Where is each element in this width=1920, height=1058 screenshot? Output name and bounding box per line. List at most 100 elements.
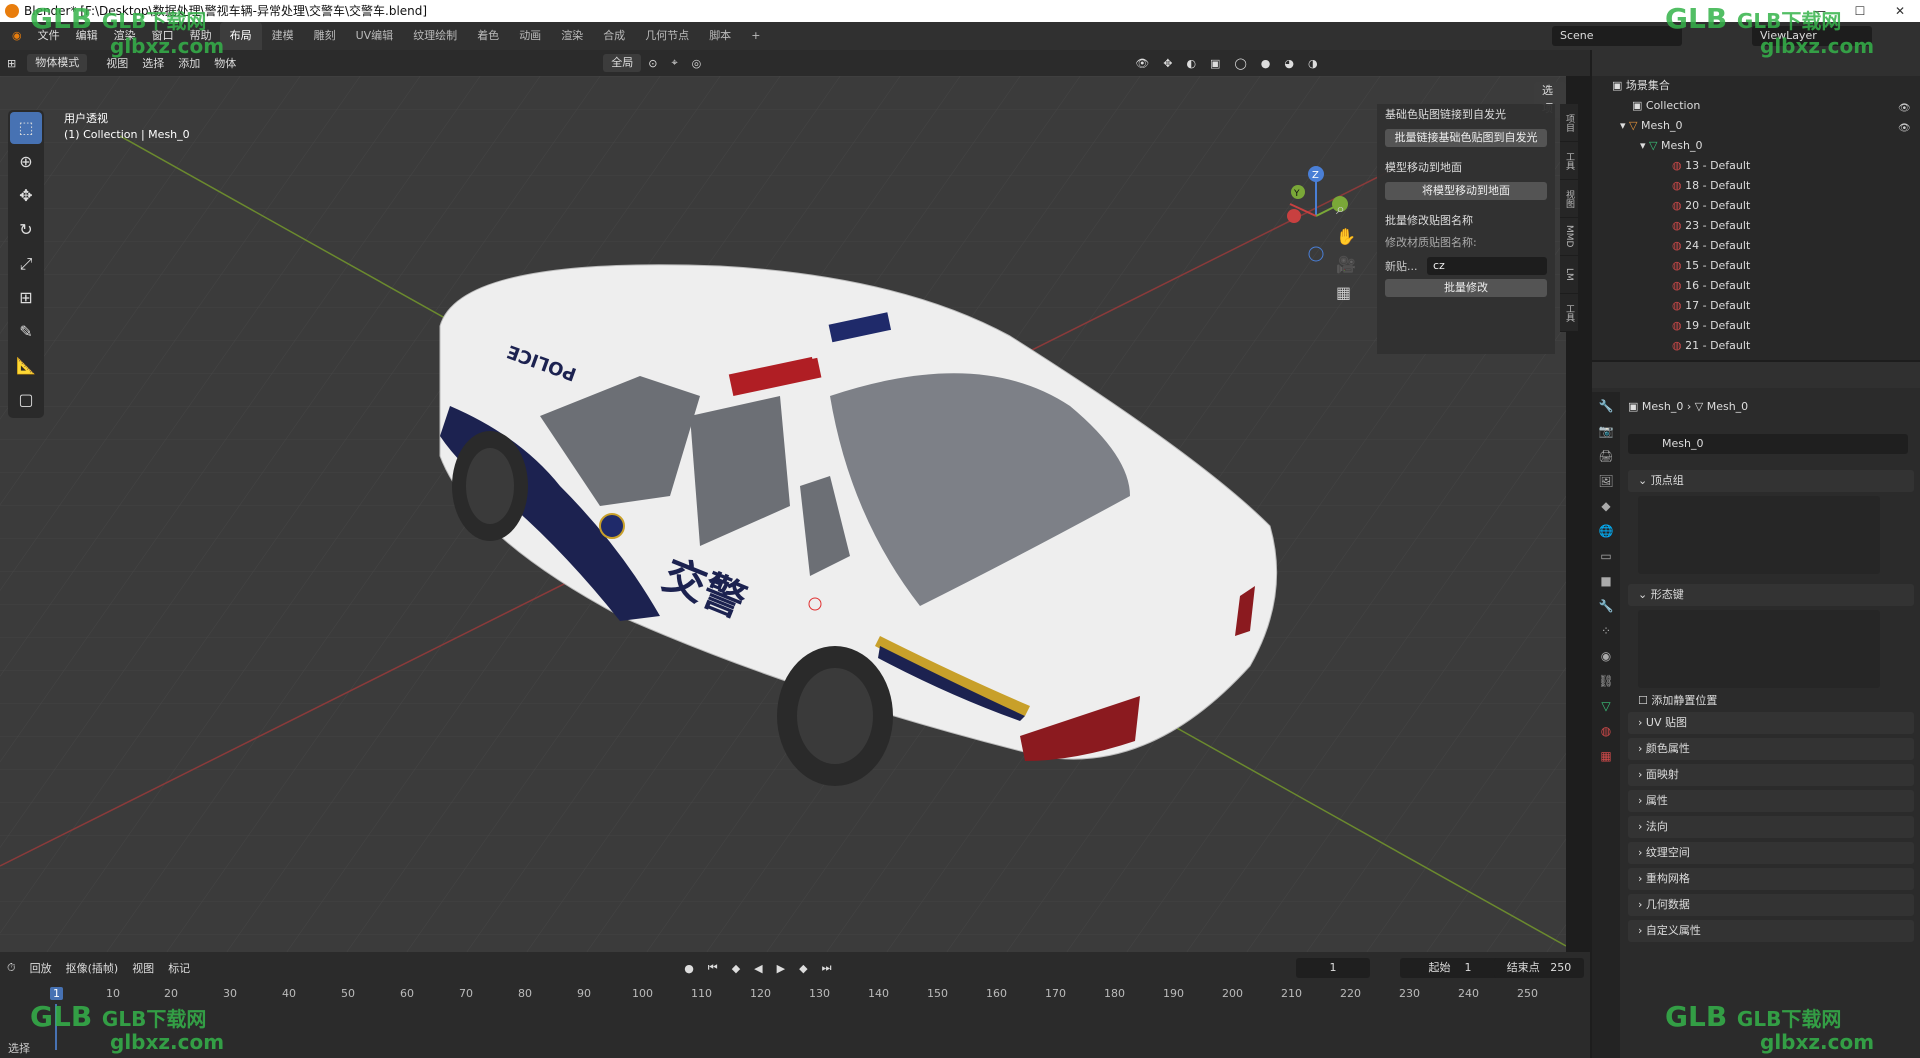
color-attributes-panel[interactable]: › 颜色属性 [1628,738,1914,760]
next-key-icon[interactable]: ◆ [792,962,814,975]
scale-icon[interactable]: ⤢ [10,248,42,280]
tab-uv-editing[interactable]: UV编辑 [346,22,404,50]
outliner-material[interactable]: ◍ 24 - Default [1592,236,1920,256]
eye-icon[interactable]: 👁 [1898,99,1911,114]
section-rename-textures[interactable]: 批量修改贴图名称 [1377,210,1555,232]
outliner-material[interactable]: ◍ 17 - Default [1592,296,1920,316]
move-icon[interactable]: ✥ [10,180,42,212]
tab-shading[interactable]: 着色 [467,22,509,50]
cursor-icon[interactable]: ⊕ [10,146,42,178]
menu-marker[interactable]: 标记 [161,960,197,976]
xray-icon[interactable]: ▣ [1203,57,1227,70]
tab-rendering[interactable]: 渲染 [551,22,593,50]
mode-dropdown[interactable]: 物体模式 [27,54,88,72]
ortho-grid-icon[interactable]: ▦ [1336,283,1351,302]
new-name-input[interactable]: cz [1427,257,1547,275]
tab-view[interactable]: 视图 [1560,180,1578,218]
pan-hand-icon[interactable]: ✋ [1336,227,1356,246]
shape-keys-list[interactable] [1638,610,1880,688]
move-to-ground-button[interactable]: 将模型移动到地面 [1385,182,1547,200]
outliner-scene-collection[interactable]: ▣ 场景集合 [1592,76,1920,96]
shading-material-icon[interactable]: ◕ [1277,57,1301,70]
eye-icon[interactable]: 👁 [1898,119,1911,134]
current-frame-field[interactable]: 1 [1296,958,1370,978]
section-move-to-ground[interactable]: 模型移动到地面 [1377,157,1555,179]
outliner-material[interactable]: ◍ 13 - Default [1592,156,1920,176]
outliner-material[interactable]: ◍ 15 - Default [1592,256,1920,276]
render-icon[interactable]: 📷 [1596,420,1616,442]
shading-solid-icon[interactable]: ● [1254,57,1278,70]
menu-timeline-view[interactable]: 视图 [125,960,161,976]
jump-end-icon[interactable]: ⏭ [815,961,839,975]
overlay-icon[interactable]: ◐ [1179,57,1203,70]
menu-playback[interactable]: 回放 [23,960,59,976]
outliner-material[interactable]: ◍ 23 - Default [1592,216,1920,236]
vertex-groups-list[interactable] [1638,496,1880,574]
start-frame-field[interactable]: 起始 1 [1400,958,1500,978]
timeline-ruler[interactable]: 1 10 20 30 40 50 60 70 80 90 100 110 120… [40,984,1580,1004]
tool-icon[interactable]: 🔧 [1596,395,1616,417]
tab-item[interactable]: 项目 [1560,104,1578,142]
custom-properties-panel[interactable]: › 自定义属性 [1628,920,1914,942]
tab-layout[interactable]: 布局 [219,22,262,50]
add-rest-position-checkbox[interactable]: ☐ 添加静置位置 [1638,692,1920,708]
record-icon[interactable]: ● [677,962,701,975]
add-cube-icon[interactable]: ▢ [10,384,42,416]
batch-rename-button[interactable]: 批量修改 [1385,279,1547,297]
tab-lm[interactable]: LM [1560,256,1578,294]
scene-selector[interactable]: Scene [1552,26,1682,46]
tab-compositing[interactable]: 合成 [593,22,635,50]
tab-geometry-nodes[interactable]: 几何节点 [635,22,699,50]
outliner-material[interactable]: ◍ 20 - Default [1592,196,1920,216]
camera-view-icon[interactable]: 🎥 [1336,255,1356,274]
tab-tool-2[interactable]: 工具 [1560,294,1578,332]
menu-keying[interactable]: 抠像(插帧) [59,960,126,976]
shape-keys-panel[interactable]: ⌄ 形态键 [1628,584,1914,606]
shading-rendered-icon[interactable]: ◑ [1301,57,1325,70]
outliner-material[interactable]: ◍ 21 - Default [1592,336,1920,356]
maximize-button[interactable]: ☐ [1840,0,1880,22]
batch-link-emission-button[interactable]: 批量链接基础色贴图到自发光 [1385,129,1547,147]
timeline-editor-icon[interactable]: ⏱ [0,961,23,975]
outliner-material[interactable]: ◍ 16 - Default [1592,276,1920,296]
editor-type-icon[interactable]: ⊞ [0,57,23,70]
transform-orientation-dropdown[interactable]: 全局 [603,54,642,72]
texture-space-panel[interactable]: › 纹理空间 [1628,842,1914,864]
geometry-data-panel[interactable]: › 几何数据 [1628,894,1914,916]
measure-icon[interactable]: 📐 [10,350,42,382]
face-maps-panel[interactable]: › 面映射 [1628,764,1914,786]
section-emission-link[interactable]: 基础色贴图链接到自发光 [1377,104,1555,126]
normals-panel[interactable]: › 法向 [1628,816,1914,838]
add-workspace-button[interactable]: + [741,22,770,50]
attributes-panel[interactable]: › 属性 [1628,790,1914,812]
blender-menu-icon[interactable]: ◉ [0,22,30,50]
annotate-icon[interactable]: ✎ [10,316,42,348]
prev-key-icon[interactable]: ◆ [725,962,747,975]
play-reverse-icon[interactable]: ◀ [747,962,769,975]
remesh-panel[interactable]: › 重构网格 [1628,868,1914,890]
outliner-material[interactable]: ◍ 19 - Default [1592,316,1920,336]
pivot-icon[interactable]: ⊙ [641,57,664,70]
outliner-collection[interactable]: ▣ Collection 👁 [1592,96,1920,116]
play-icon[interactable]: ▶ [770,962,792,975]
proportional-edit-icon[interactable]: ◎ [685,57,709,70]
transform-icon[interactable]: ⊞ [10,282,42,314]
tab-modeling[interactable]: 建模 [262,22,304,50]
rotate-icon[interactable]: ↻ [10,214,42,246]
jump-start-icon[interactable]: ⏮ [701,961,725,975]
3d-viewport[interactable]: 交警 POLICE Z Y ⌕ ✋ 🎥 ▦ 用户透视 (1) Collectio… [0,76,1566,952]
visibility-icon[interactable]: 👁 [1128,57,1156,70]
uv-maps-panel[interactable]: › UV 贴图 [1628,712,1914,734]
tab-texture-paint[interactable]: 纹理绘制 [403,22,467,50]
tab-sculpting[interactable]: 雕刻 [304,22,346,50]
shading-wireframe-icon[interactable]: ◯ [1227,57,1253,70]
snap-icon[interactable]: ⌖ [664,56,684,70]
tab-mmd[interactable]: MMD [1560,218,1578,256]
end-frame-field[interactable]: 结束点 250 [1494,958,1584,978]
tab-tool[interactable]: 工具 [1560,142,1578,180]
select-box-icon[interactable]: ⬚ [10,112,42,144]
tab-animation[interactable]: 动画 [509,22,551,50]
mesh-datablock-field[interactable]: Mesh_0 [1628,434,1908,454]
tab-scripting[interactable]: 脚本 [699,22,741,50]
output-icon[interactable]: 🖨 [1596,445,1616,467]
